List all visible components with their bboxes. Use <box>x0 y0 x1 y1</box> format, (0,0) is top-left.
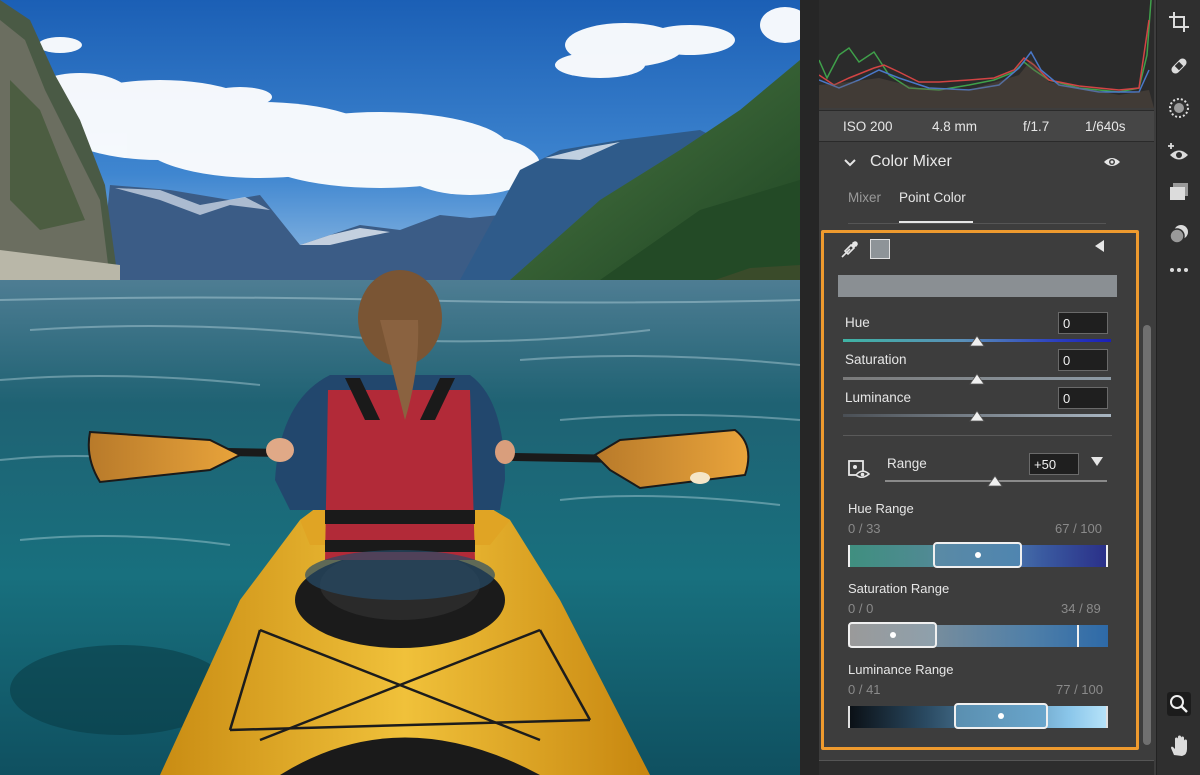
section-title: Color Mixer <box>870 153 952 170</box>
exif-shutter: 1/640s <box>1085 119 1126 134</box>
luminance-range-center-dot <box>998 713 1004 719</box>
saturation-range-center-dot <box>889 632 896 638</box>
zoom-icon[interactable] <box>1167 692 1191 716</box>
sampled-color-bar <box>838 275 1117 297</box>
saturation-range-handle[interactable] <box>848 622 937 648</box>
hue-slider-thumb[interactable] <box>969 335 985 347</box>
saturation-range-right-value: 34 / 89 <box>1061 601 1101 616</box>
hue-range-right-value: 67 / 100 <box>1055 521 1102 536</box>
range-slider-thumb[interactable] <box>987 475 1003 487</box>
exif-iso: ISO 200 <box>843 119 893 134</box>
luminance-range-max-tick[interactable] <box>1106 706 1108 728</box>
hue-range-max-tick[interactable] <box>1106 545 1108 567</box>
range-label: Range <box>887 456 927 471</box>
hue-range-min-tick[interactable] <box>848 545 850 567</box>
hue-value-input[interactable]: 0 <box>1058 312 1108 334</box>
masking-icon[interactable] <box>1167 96 1191 120</box>
luminance-range-right-value: 77 / 100 <box>1056 682 1103 697</box>
healing-icon[interactable] <box>1167 54 1191 78</box>
photo-canvas[interactable] <box>0 0 800 775</box>
exif-focal-length: 4.8 mm <box>932 119 978 134</box>
chevron-down-icon[interactable] <box>843 156 857 170</box>
range-visualize-icon[interactable] <box>847 458 871 480</box>
sample-swatch[interactable] <box>870 239 890 259</box>
exif-aperture: f/1.7 <box>1023 119 1050 134</box>
eyedropper-icon[interactable] <box>839 240 859 260</box>
luminance-value-input[interactable]: 0 <box>1058 387 1108 409</box>
next-section-header[interactable] <box>819 760 1154 775</box>
tab-mixer[interactable]: Mixer <box>848 190 881 205</box>
saturation-range-label: Saturation Range <box>848 581 950 596</box>
luminance-range-bar[interactable] <box>848 703 1108 729</box>
tool-strip <box>1156 0 1200 775</box>
redeye-icon[interactable] <box>1167 140 1191 164</box>
luminance-range-label: Luminance Range <box>848 662 954 677</box>
luminance-range-left-value: 0 / 41 <box>848 682 881 697</box>
saturation-slider-thumb[interactable] <box>969 373 985 385</box>
range-value-input[interactable]: +50 <box>1029 453 1079 475</box>
collapse-arrow-icon[interactable] <box>1095 240 1104 252</box>
mixer-tabs: Mixer Point Color <box>848 184 1106 224</box>
crop-icon[interactable] <box>1167 10 1191 34</box>
histogram <box>818 0 1154 108</box>
hue-range-label: Hue Range <box>848 501 914 516</box>
saturation-range-left-value: 0 / 0 <box>848 601 874 616</box>
hue-range-center-dot <box>974 552 981 558</box>
saturation-label: Saturation <box>845 352 907 367</box>
divider <box>843 435 1112 436</box>
panel-scrollbar[interactable] <box>1143 325 1151 745</box>
saturation-value-input[interactable]: 0 <box>1058 349 1108 371</box>
exif-bar: ISO 200 4.8 mm f/1.7 1/640s <box>819 110 1154 142</box>
active-tab-indicator <box>899 221 973 223</box>
edit-panel: ISO 200 4.8 mm f/1.7 1/640s Color Mixer … <box>818 0 1156 775</box>
hand-icon[interactable] <box>1167 734 1191 758</box>
luminance-slider-thumb[interactable] <box>969 410 985 422</box>
photo-editor: ISO 200 4.8 mm f/1.7 1/640s Color Mixer … <box>0 0 1200 775</box>
color-mixer-header[interactable]: Color Mixer <box>819 144 1154 184</box>
luminance-range-min-tick[interactable] <box>848 706 850 728</box>
more-icon[interactable] <box>1167 258 1191 282</box>
saturation-range-max-tick[interactable] <box>1077 625 1079 647</box>
snapshot-icon[interactable] <box>1167 222 1191 246</box>
canvas-gutter <box>800 0 819 775</box>
luminance-label: Luminance <box>845 390 912 405</box>
histogram-graph <box>818 0 1154 108</box>
hue-label: Hue <box>845 315 870 330</box>
range-dropdown-icon[interactable] <box>1091 457 1103 466</box>
saturation-range-bar[interactable] <box>848 622 1108 648</box>
luminance-range-handle[interactable] <box>954 703 1048 729</box>
kayak-photo <box>0 0 800 775</box>
presets-icon[interactable] <box>1167 180 1191 204</box>
tab-point-color[interactable]: Point Color <box>899 190 966 205</box>
hue-range-left-value: 0 / 33 <box>848 521 881 536</box>
hue-range-handle[interactable] <box>933 542 1022 568</box>
eye-icon[interactable] <box>1103 155 1121 169</box>
hue-range-bar[interactable] <box>848 542 1108 568</box>
